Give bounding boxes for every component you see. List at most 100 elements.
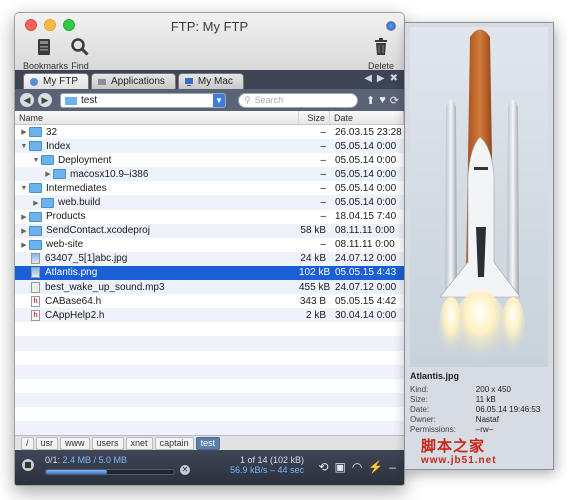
- folder-icon: [41, 155, 54, 166]
- breadcrumb-item[interactable]: users: [91, 436, 124, 450]
- file-name-cell: ▼ Deployment: [15, 155, 299, 166]
- transfer-amount: 2.4 MB / 5.0 MB: [62, 455, 128, 465]
- forward-button[interactable]: ▶: [38, 93, 52, 107]
- column-headers: Name Size Date: [15, 111, 404, 125]
- table-row[interactable]: h CAppHelp2.h 2 kB 30.04.14 0:00: [15, 308, 404, 323]
- file-name: Products: [46, 211, 86, 223]
- close-tab-icon[interactable]: ✖: [390, 73, 398, 84]
- upload-icon[interactable]: ⬆: [366, 94, 375, 107]
- breadcrumb-item[interactable]: captain: [154, 436, 194, 450]
- file-name: Index: [46, 140, 71, 152]
- tab-controls: ◀ ▶ ✖: [364, 73, 398, 84]
- disclosure-closed-icon[interactable]: ▶: [19, 213, 29, 221]
- table-row[interactable]: h CABase64.h 343 B 05.05.15 4:42: [15, 294, 404, 308]
- connect-plug-icon[interactable]: ⚡: [368, 460, 383, 474]
- more-icon[interactable]: –: [389, 460, 396, 474]
- file-size: 58 kB: [300, 225, 326, 237]
- table-row[interactable]: best_wake_up_sound.mp3 455 kB 24.07.12 0:0…: [15, 280, 404, 295]
- info-value: –rw–: [475, 425, 494, 434]
- disclosure-open-icon[interactable]: ▼: [31, 157, 41, 164]
- folder-icon: [29, 211, 42, 222]
- current-folder-label: test: [81, 94, 98, 106]
- cancel-transfer-button[interactable]: ✕: [180, 465, 190, 475]
- back-button[interactable]: ◀: [20, 93, 34, 107]
- disclosure-closed-icon[interactable]: ▶: [31, 199, 41, 207]
- file-size: –: [320, 168, 326, 180]
- watermark: 脚本之家 www.jb51.net: [421, 435, 497, 466]
- info-value: 200 x 450: [475, 385, 511, 394]
- table-row[interactable]: 63407_5[1]abc.jpg 24 kB 24.07.12 0:00: [15, 251, 404, 266]
- breadcrumb-item[interactable]: test: [195, 436, 221, 450]
- ftp-window: FTP: My FTP Bookmarks Find Delete My FTP…: [14, 12, 405, 486]
- search-field[interactable]: ⚲ Search: [238, 92, 358, 108]
- disclosure-open-icon[interactable]: ▼: [19, 185, 29, 192]
- tab-label: Applications: [111, 76, 165, 87]
- breadcrumb-item[interactable]: www: [60, 436, 90, 450]
- bookmarks-button[interactable]: Bookmarks: [23, 37, 68, 71]
- favorite-heart-icon[interactable]: ♥: [379, 94, 386, 107]
- file-size: –: [320, 182, 326, 194]
- preview-panel-icon[interactable]: ▣: [335, 460, 346, 474]
- breadcrumb-item[interactable]: /: [21, 436, 34, 450]
- disclosure-closed-icon[interactable]: ▶: [19, 128, 29, 136]
- table-row[interactable]: ▼ Deployment –05.05.14 0:00: [15, 153, 404, 167]
- tab-back-icon[interactable]: ◀: [364, 73, 372, 84]
- size-column-header[interactable]: Size: [299, 111, 330, 124]
- file-name-cell: ▶ 32: [15, 127, 299, 138]
- table-row[interactable]: ▶ Products –18.04.15 7:40: [15, 210, 404, 224]
- table-row[interactable]: ▼ Index –05.05.14 0:00: [15, 139, 404, 154]
- table-row[interactable]: ▶ SendContact.xcodeproj 58 kB 08.11.11 0:00: [15, 223, 404, 238]
- info-row: Owner: Nastaf: [410, 415, 544, 425]
- file-size: 343 B: [299, 295, 326, 307]
- file-date: 24.07.12 0:00: [335, 281, 397, 293]
- file-size: 2 kB: [305, 309, 326, 321]
- tab-applications[interactable]: Applications: [91, 73, 176, 89]
- table-row[interactable]: ▶ 32 –26.03.15 23:28: [15, 125, 404, 139]
- file-date: 05.05.14 0:00: [335, 197, 397, 209]
- table-row[interactable]: Atlantis.png 102 kB 05.05.15 4:43: [15, 265, 404, 281]
- folder-icon: [29, 183, 42, 194]
- status-bar: 0/1: 2.4 MB / 5.0 MB ✕ 1 of 14 (102 kB) …: [15, 450, 404, 485]
- refresh-icon[interactable]: ⟳: [390, 94, 399, 107]
- tab-my-ftp[interactable]: My FTP: [23, 73, 89, 89]
- file-name: Atlantis.png: [45, 267, 98, 279]
- disclosure-closed-icon[interactable]: ▶: [19, 241, 29, 249]
- table-row[interactable]: ▶ web-site –08.11.11 0:00: [15, 238, 404, 252]
- file-size: –: [320, 211, 326, 223]
- file-date: 18.04.15 7:40: [335, 211, 397, 223]
- file-name: web.build: [58, 197, 101, 209]
- empty-row: [15, 379, 404, 393]
- file-name-cell: ▼ Index: [15, 141, 299, 152]
- watermark-url: www.jb51.net: [421, 455, 497, 466]
- stop-transfer-button[interactable]: [22, 459, 34, 471]
- table-row[interactable]: ▶ macosx10.9–i386 –05.05.14 0:00: [15, 167, 404, 182]
- info-key: Permissions:: [410, 425, 456, 434]
- file-size: 455 kB: [299, 281, 331, 293]
- file-date: 05.05.15 4:42: [335, 295, 397, 307]
- folder-popup[interactable]: test ▼: [60, 92, 226, 108]
- tab-my-mac[interactable]: My Mac: [177, 73, 244, 89]
- sync-icon[interactable]: ⟲: [318, 460, 328, 474]
- find-button[interactable]: Find: [67, 37, 93, 71]
- delete-button[interactable]: Delete: [366, 37, 396, 71]
- date-column-header[interactable]: Date: [330, 111, 404, 124]
- breadcrumb-item[interactable]: xnet: [125, 436, 153, 450]
- disclosure-closed-icon[interactable]: ▶: [19, 227, 29, 235]
- folder-icon: [29, 141, 42, 152]
- disclosure-open-icon[interactable]: ▼: [19, 143, 29, 150]
- empty-row: [15, 351, 404, 365]
- header-file-icon: h: [31, 309, 40, 321]
- name-column-header[interactable]: Name: [15, 111, 299, 124]
- path-bar: ◀ ▶ test ▼ ⚲ Search ⬆ ♥ ⟳: [15, 89, 404, 111]
- info-key: Owner:: [410, 415, 436, 424]
- tab-forward-icon[interactable]: ▶: [377, 73, 385, 84]
- wifi-icon[interactable]: ◠: [352, 460, 362, 474]
- breadcrumb-item[interactable]: usr: [35, 436, 59, 450]
- file-size: –: [320, 126, 326, 138]
- table-row[interactable]: ▼ Intermediates –05.05.14 0:00: [15, 181, 404, 195]
- table-row[interactable]: ▶ web.build –05.05.14 0:00: [15, 195, 404, 210]
- file-size: –: [320, 239, 326, 251]
- file-size: 102 kB: [299, 267, 331, 279]
- computer-icon: [184, 77, 193, 86]
- disclosure-closed-icon[interactable]: ▶: [43, 170, 53, 178]
